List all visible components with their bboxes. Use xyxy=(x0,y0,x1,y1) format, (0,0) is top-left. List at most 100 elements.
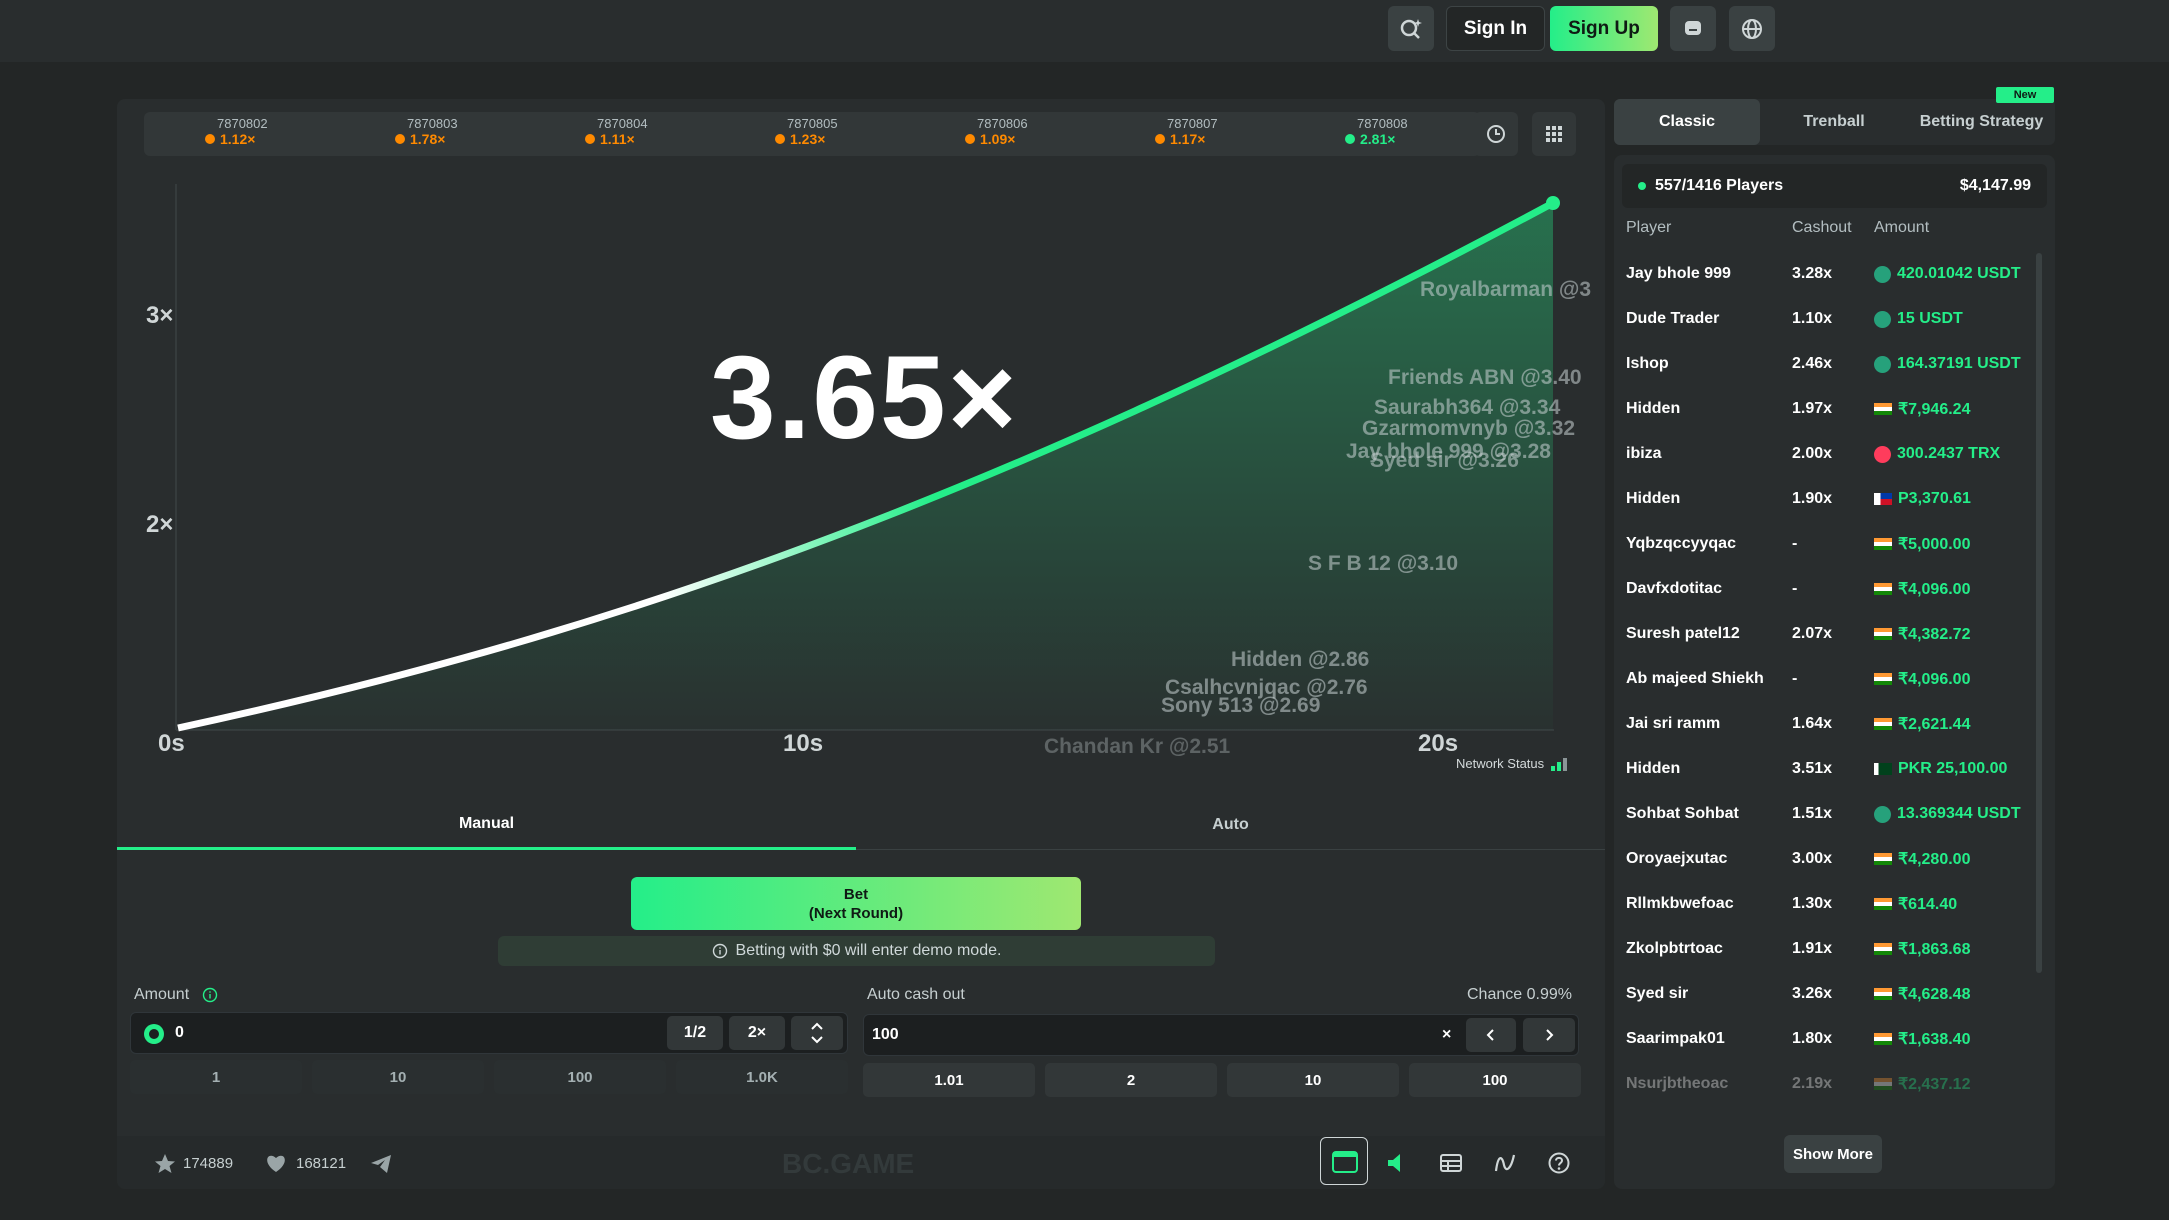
status-dot-icon xyxy=(585,134,595,144)
player-row: Zkolpbtrtoac 1.91x ₹1,863.68 xyxy=(1626,934,2036,964)
player-row: Suresh patel12 2.07x ₹4,382.72 xyxy=(1626,619,2036,649)
bet-button[interactable]: Bet (Next Round) xyxy=(631,877,1081,930)
network-status-label: Network Status xyxy=(1456,756,1545,771)
tab-betting-strategy[interactable]: Betting Strategy xyxy=(1908,99,2055,145)
player-row: ibiza 2.00x 300.2437 TRX xyxy=(1626,439,2036,469)
demo-notice: Betting with $0 will enter demo mode. xyxy=(498,936,1215,966)
player-amount-value: ₹2,621.44 xyxy=(1898,716,1971,733)
globe-icon[interactable] xyxy=(1729,6,1775,51)
x-tick-10s: 10s xyxy=(783,730,824,757)
amount-label: Amount xyxy=(134,986,190,1003)
half-amount-button[interactable]: 1/2 xyxy=(667,1016,723,1050)
chat-icon[interactable] xyxy=(1670,6,1716,51)
amount-quick-1k[interactable]: 1.0K xyxy=(676,1060,848,1094)
x-tick-20s: 20s xyxy=(1418,730,1459,757)
player-row: Saarimpak01 1.80x ₹1,638.40 xyxy=(1626,1024,2036,1054)
star-icon[interactable] xyxy=(153,1152,177,1176)
cashout-quick-2[interactable]: 2 xyxy=(1045,1063,1217,1097)
sign-in-button[interactable]: Sign In xyxy=(1446,6,1545,51)
cashout-quick-10[interactable]: 10 xyxy=(1227,1063,1399,1097)
grid-menu-icon[interactable] xyxy=(1532,112,1576,156)
player-name: Saarimpak01 xyxy=(1626,1030,1725,1047)
players-scrollbar[interactable] xyxy=(2036,253,2042,973)
cashout-label: S F B 12 @3.10 xyxy=(1308,552,1459,575)
sound-icon[interactable] xyxy=(1385,1151,1409,1175)
history-item[interactable]: 7870808 2.81× xyxy=(1345,116,1408,147)
cashout-quick-100[interactable]: 100 xyxy=(1409,1063,1581,1097)
player-cashout: - xyxy=(1792,535,1798,552)
history-item[interactable]: 7870805 1.23× xyxy=(775,116,838,147)
x-tick-0s: 0s xyxy=(158,730,185,757)
players-count: 557/1416 Players xyxy=(1655,177,1784,194)
classic-view-icon[interactable] xyxy=(1320,1137,1368,1185)
round-multiplier-value: 1.09× xyxy=(980,131,1016,147)
player-row: Hidden 1.97x ₹7,946.24 xyxy=(1626,394,2036,424)
history-item[interactable]: 7870802 1.12× xyxy=(205,116,268,147)
multiplier-unit: × xyxy=(1442,1026,1452,1043)
round-multiplier: 1.23× xyxy=(775,131,838,147)
player-name: Oroyaejxutac xyxy=(1626,850,1728,867)
sign-up-button[interactable]: Sign Up xyxy=(1550,6,1658,51)
player-name: Hidden xyxy=(1626,490,1681,507)
history-clock-icon[interactable] xyxy=(1474,112,1518,156)
amount-info-icon[interactable] xyxy=(202,987,218,1003)
player-cashout: 1.30x xyxy=(1792,895,1833,912)
trend-chart-icon[interactable] xyxy=(1493,1151,1517,1175)
auto-cashout-label: Auto cash out xyxy=(867,986,965,1003)
decrease-cashout-button[interactable] xyxy=(1466,1018,1516,1052)
tab-auto[interactable]: Auto xyxy=(856,800,1605,850)
telegram-icon[interactable] xyxy=(369,1153,393,1175)
trx-icon xyxy=(1874,445,1891,463)
player-cashout: 3.00x xyxy=(1792,850,1833,867)
player-row: Dude Trader 1.10x 15 USDT xyxy=(1626,304,2036,334)
help-icon[interactable] xyxy=(1547,1151,1571,1175)
inr-icon xyxy=(1874,898,1892,910)
player-cashout: 2.00x xyxy=(1792,445,1833,462)
player-cashout: 1.64x xyxy=(1792,715,1833,732)
player-row: Ab majeed Shiekh - ₹4,096.00 xyxy=(1626,664,2036,694)
brand-watermark: BC.GAME xyxy=(782,1148,915,1179)
game-footer: 174889 168121 BC.GAME xyxy=(117,1136,1605,1189)
amount-quick-10[interactable]: 10 xyxy=(312,1060,484,1094)
table-view-icon[interactable] xyxy=(1439,1151,1463,1175)
curve-head-dot xyxy=(1546,196,1560,210)
amount-quick-1[interactable]: 1 xyxy=(130,1060,302,1094)
increase-cashout-button[interactable] xyxy=(1523,1018,1575,1052)
round-id: 7870806 xyxy=(977,116,1028,131)
amount-quick-100[interactable]: 100 xyxy=(494,1060,666,1094)
tab-manual[interactable]: Manual xyxy=(117,800,856,850)
total-bet: $4,147.99 xyxy=(1959,177,2031,194)
player-cashout: 1.10x xyxy=(1792,310,1833,327)
inr-icon xyxy=(1874,853,1892,865)
inr-icon xyxy=(1874,403,1892,415)
inr-icon xyxy=(1874,628,1892,640)
player-row: Davfxdotitac - ₹4,096.00 xyxy=(1626,574,2036,604)
heart-icon[interactable] xyxy=(265,1153,287,1173)
player-amount-value: PKR 25,100.00 xyxy=(1898,760,2008,777)
player-cashout: 1.90x xyxy=(1792,490,1833,507)
round-multiplier-value: 1.11× xyxy=(600,131,635,147)
player-amount-value: ₹4,280.00 xyxy=(1898,851,1971,868)
history-item[interactable]: 7870806 1.09× xyxy=(965,116,1028,147)
show-more-button[interactable]: Show More xyxy=(1784,1135,1882,1173)
history-item[interactable]: 7870804 1.11× xyxy=(585,116,648,147)
player-amount-value: ₹4,096.00 xyxy=(1898,581,1971,598)
double-amount-button[interactable]: 2× xyxy=(729,1016,785,1050)
history-item[interactable]: 7870807 1.17× xyxy=(1155,116,1218,147)
status-dot-icon xyxy=(205,134,215,144)
cashout-quick-1-01[interactable]: 1.01 xyxy=(863,1063,1035,1097)
player-amount: 164.37191 USDT xyxy=(1874,355,2021,373)
col-amount: Amount xyxy=(1874,219,1930,236)
tab-trenball[interactable]: Trenball xyxy=(1760,99,1908,145)
tab-classic[interactable]: Classic xyxy=(1614,99,1760,145)
y-tick-3x: 3× xyxy=(146,302,174,329)
amount-stepper-button[interactable] xyxy=(791,1016,843,1050)
search-icon[interactable] xyxy=(1388,6,1434,51)
player-amount: ₹4,382.72 xyxy=(1874,624,1970,644)
inr-icon xyxy=(1874,1033,1892,1045)
player-cashout: 2.07x xyxy=(1792,625,1833,642)
player-amount-value: 300.2437 TRX xyxy=(1897,445,2001,462)
round-multiplier: 1.11× xyxy=(585,131,648,147)
history-item[interactable]: 7870803 1.78× xyxy=(395,116,458,147)
round-id: 7870802 xyxy=(217,116,268,131)
